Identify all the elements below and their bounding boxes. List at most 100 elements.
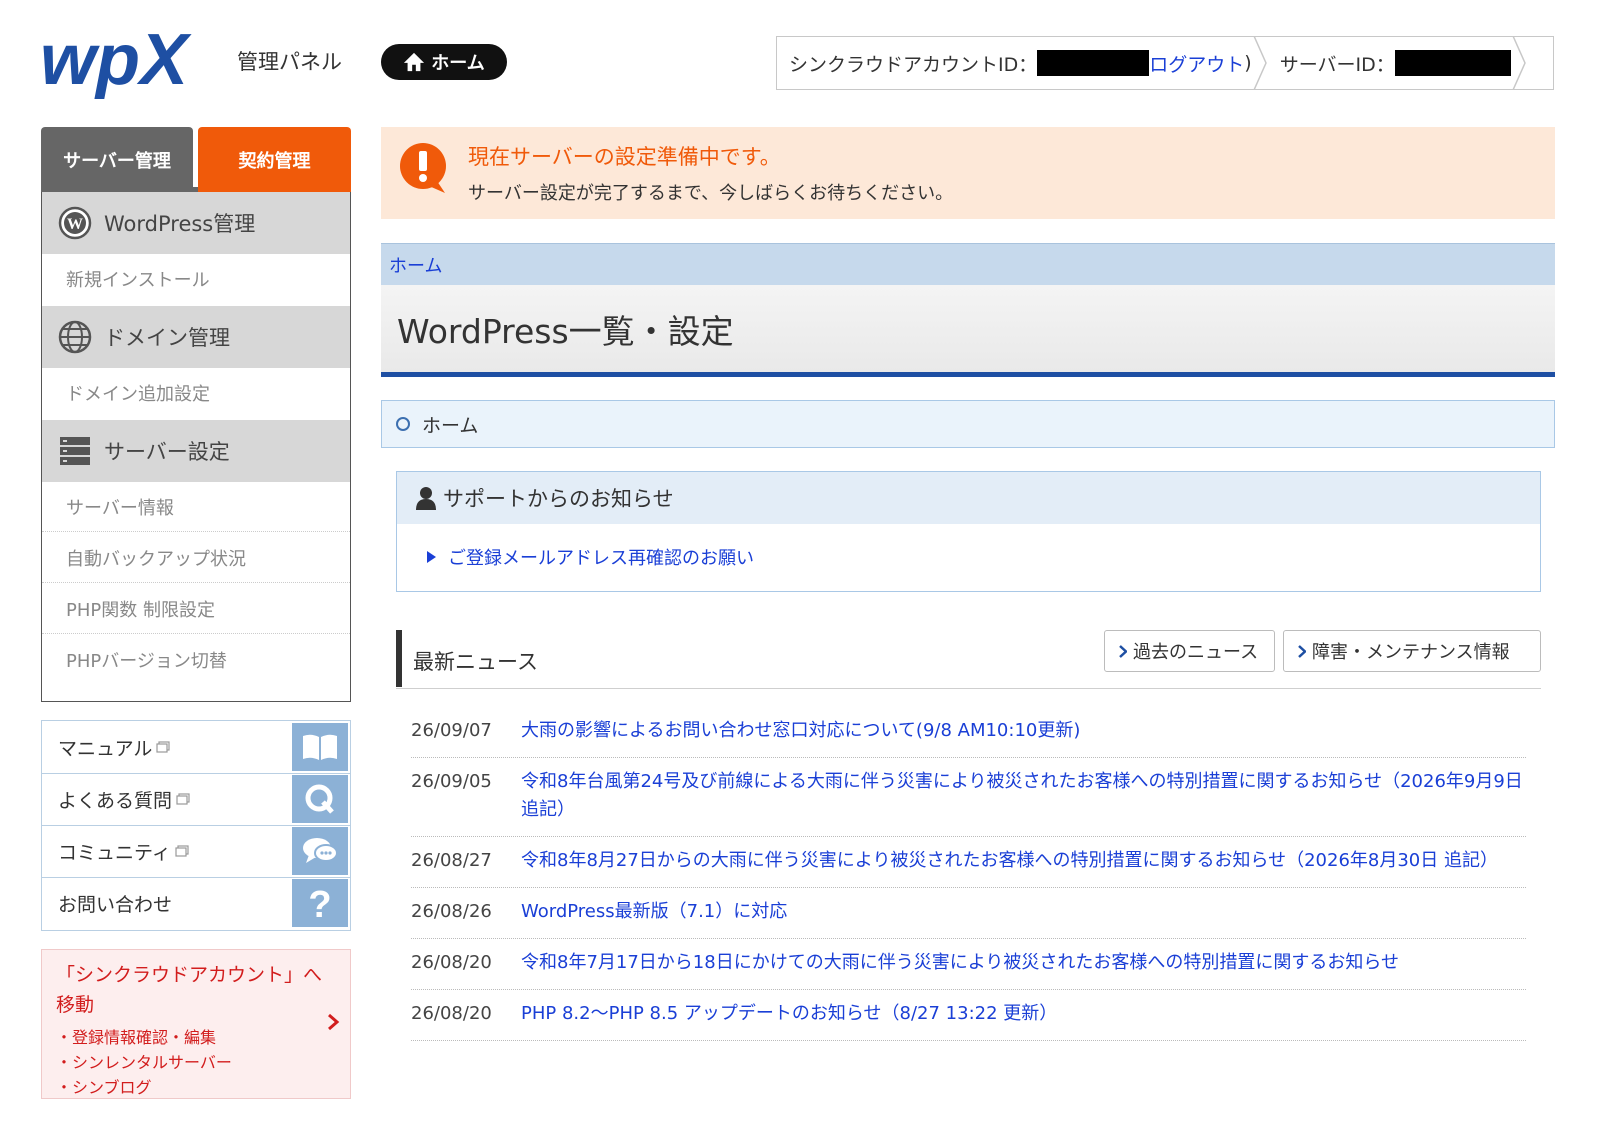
sidebar-item-php-limit[interactable]: PHP関数 制限設定: [42, 584, 350, 634]
sync-item-profile: ・登録情報確認・編集: [56, 1028, 217, 1047]
page-title: WordPress一覧・設定: [397, 312, 734, 351]
separator-chevron: [1253, 36, 1267, 90]
account-id-segment: シンクラウドアカウントID： ログアウト): [777, 37, 1252, 89]
sidebar-item-backup[interactable]: 自動バックアップ状況: [42, 533, 350, 583]
sidebar-section-label: サーバー設定: [104, 440, 230, 464]
sidebar-item-domain-add[interactable]: ドメイン追加設定: [42, 368, 350, 418]
globe-icon: [58, 320, 92, 354]
news-item: 26/08/20 PHP 8.2～PHP 8.5 アップデートのお知らせ（8/2…: [411, 990, 1526, 1041]
news-link[interactable]: 令和8年7月17日から18日にかけての大雨に伴う災害により被災されたお客様への特…: [521, 949, 1526, 977]
breadcrumb: ホーム: [381, 243, 1555, 285]
news-link[interactable]: 大雨の影響によるお問い合わせ窓口対応について(9/8 AM10:10更新): [521, 717, 1526, 745]
sync-item-blog: ・シンブログ: [56, 1078, 152, 1097]
sidebar-tabs: サーバー管理 契約管理: [41, 127, 351, 193]
separator-chevron-end: [1512, 36, 1526, 90]
maintenance-info-button[interactable]: 障害・メンテナンス情報: [1283, 630, 1541, 672]
logo-text: wpX: [40, 22, 192, 100]
faq-link[interactable]: よくある質問: [42, 773, 350, 826]
chevron-right-icon: [1298, 644, 1306, 658]
home-icon: [404, 52, 425, 72]
news-date: 26/08/20: [411, 1003, 492, 1024]
panel-title: 管理パネル: [237, 50, 342, 74]
logout-link[interactable]: ログアウト: [1149, 50, 1244, 77]
book-icon: [292, 723, 348, 771]
manual-link[interactable]: マニュアル: [42, 721, 350, 774]
wpx-logo[interactable]: wpX: [40, 20, 220, 106]
faq-label: よくある質問: [58, 789, 173, 812]
sidebar-section-wordpress[interactable]: W WordPress管理: [42, 192, 350, 254]
home-button-label: ホーム: [431, 53, 485, 74]
faq-label-wrap: よくある質問: [58, 786, 292, 813]
news-link[interactable]: WordPress最新版（7.1）に対応: [521, 898, 1526, 926]
news-date: 26/08/26: [411, 901, 492, 922]
support-notices: サポートからのお知らせ ご登録メールアドレス再確認のお願い: [396, 471, 1541, 592]
news-item: 26/09/07 大雨の影響によるお問い合わせ窓口対応について(9/8 AM10…: [411, 707, 1526, 758]
sidebar-section-label: ドメイン管理: [104, 326, 230, 350]
external-window-icon: [175, 845, 189, 857]
sidebar-section-server[interactable]: サーバー設定: [42, 420, 350, 482]
community-link[interactable]: コミュニティ: [42, 825, 350, 878]
setup-notice: 現在サーバーの設定準備中です。 サーバー設定が完了するまで、今しばらくお待ちくだ…: [381, 127, 1555, 219]
past-news-label: 過去のニュース: [1133, 642, 1259, 663]
wordpress-icon: W: [58, 206, 92, 240]
contact-label: お問い合わせ: [58, 893, 173, 916]
chevron-right-icon: [328, 1013, 340, 1031]
news-item: 26/08/27 令和8年8月27日からの大雨に伴う災害により被災されたお客様へ…: [411, 837, 1526, 888]
server-icon: [60, 437, 90, 465]
sync-account-box[interactable]: 「シンクラウドアカウント」へ移動 ・登録情報確認・編集 ・シンレンタルサーバー …: [41, 949, 351, 1099]
support-item[interactable]: ご登録メールアドレス再確認のお願い: [427, 544, 754, 570]
account-id-redacted: [1037, 50, 1150, 76]
news-item: 26/09/05 令和8年台風第24号及び前線による大雨に伴う災害により被災され…: [411, 758, 1526, 837]
sync-account-title: 「シンクラウドアカウント」へ移動: [56, 964, 323, 1016]
notice-body: サーバー設定が完了するまで、今しばらくお待ちください。: [468, 183, 954, 204]
support-item-link[interactable]: ご登録メールアドレス再確認のお願い: [448, 544, 754, 570]
sync-item-rental-server: ・シンレンタルサーバー: [56, 1053, 232, 1072]
news-date: 26/09/05: [411, 771, 492, 792]
news-link[interactable]: PHP 8.2～PHP 8.5 アップデートのお知らせ（8/27 13:22 更…: [521, 1000, 1526, 1028]
alert-icon: [400, 143, 446, 193]
community-label-wrap: コミュニティ: [58, 838, 292, 865]
news-item: 26/08/20 令和8年7月17日から18日にかけての大雨に伴う災害により被災…: [411, 939, 1526, 990]
triangle-right-icon: [427, 551, 436, 563]
news-header-bar: [396, 630, 402, 687]
external-window-icon: [176, 793, 190, 805]
svg-text:?: ?: [308, 884, 331, 922]
page-header: WordPress一覧・設定: [381, 285, 1555, 377]
contact-link[interactable]: お問い合わせ ?: [42, 877, 350, 929]
news-list: 26/09/07 大雨の影響によるお問い合わせ窓口対応について(9/8 AM10…: [411, 707, 1526, 1041]
server-id-redacted: [1394, 50, 1511, 76]
logout-paren: ): [1244, 52, 1252, 74]
news-date: 26/08/27: [411, 850, 492, 871]
news-title: 最新ニュース: [413, 650, 538, 674]
news-date: 26/09/07: [411, 720, 492, 741]
home-button[interactable]: ホーム: [381, 44, 507, 80]
chat-icon: [292, 827, 348, 875]
news-link[interactable]: 令和8年8月27日からの大雨に伴う災害により被災されたお客様への特別措置に関する…: [521, 847, 1526, 875]
community-label: コミュニティ: [58, 841, 171, 864]
account-bar: シンクラウドアカウントID： ログアウト) サーバーID：: [776, 36, 1554, 90]
support-header: サポートからのお知らせ: [397, 472, 1540, 524]
sidebar-section-domain[interactable]: ドメイン管理: [42, 306, 350, 368]
support-title: サポートからのお知らせ: [443, 487, 674, 511]
sidebar-item-php-version[interactable]: PHPバージョン切替: [42, 635, 350, 685]
help-links: マニュアル よくある質問 コミュニティ お問い合わせ ?: [41, 720, 351, 931]
account-id-label: シンクラウドアカウントID：: [789, 53, 1038, 76]
notice-title: 現在サーバーの設定準備中です。: [468, 145, 781, 169]
news-link[interactable]: 令和8年台風第24号及び前線による大雨に伴う災害により被災されたお客様への特別措…: [521, 768, 1526, 824]
chevron-right-icon: [1119, 644, 1127, 658]
server-id-segment: サーバーID：: [1268, 37, 1511, 89]
question-icon: ?: [292, 879, 348, 927]
news-date: 26/08/20: [411, 952, 492, 973]
manual-label-wrap: マニュアル: [58, 734, 292, 761]
news-item: 26/08/26 WordPress最新版（7.1）に対応: [411, 888, 1526, 939]
external-window-icon: [156, 741, 171, 753]
person-icon: [416, 487, 436, 510]
q-icon: [292, 775, 348, 823]
past-news-button[interactable]: 過去のニュース: [1104, 630, 1275, 672]
tab-server-management[interactable]: サーバー管理: [41, 127, 193, 192]
manual-label: マニュアル: [58, 737, 153, 760]
sidebar-item-new-install[interactable]: 新規インストール: [42, 254, 350, 304]
sidebar-item-server-info[interactable]: サーバー情報: [42, 482, 350, 532]
tab-contract-management[interactable]: 契約管理: [198, 127, 351, 192]
breadcrumb-home-link[interactable]: ホーム: [389, 252, 442, 278]
